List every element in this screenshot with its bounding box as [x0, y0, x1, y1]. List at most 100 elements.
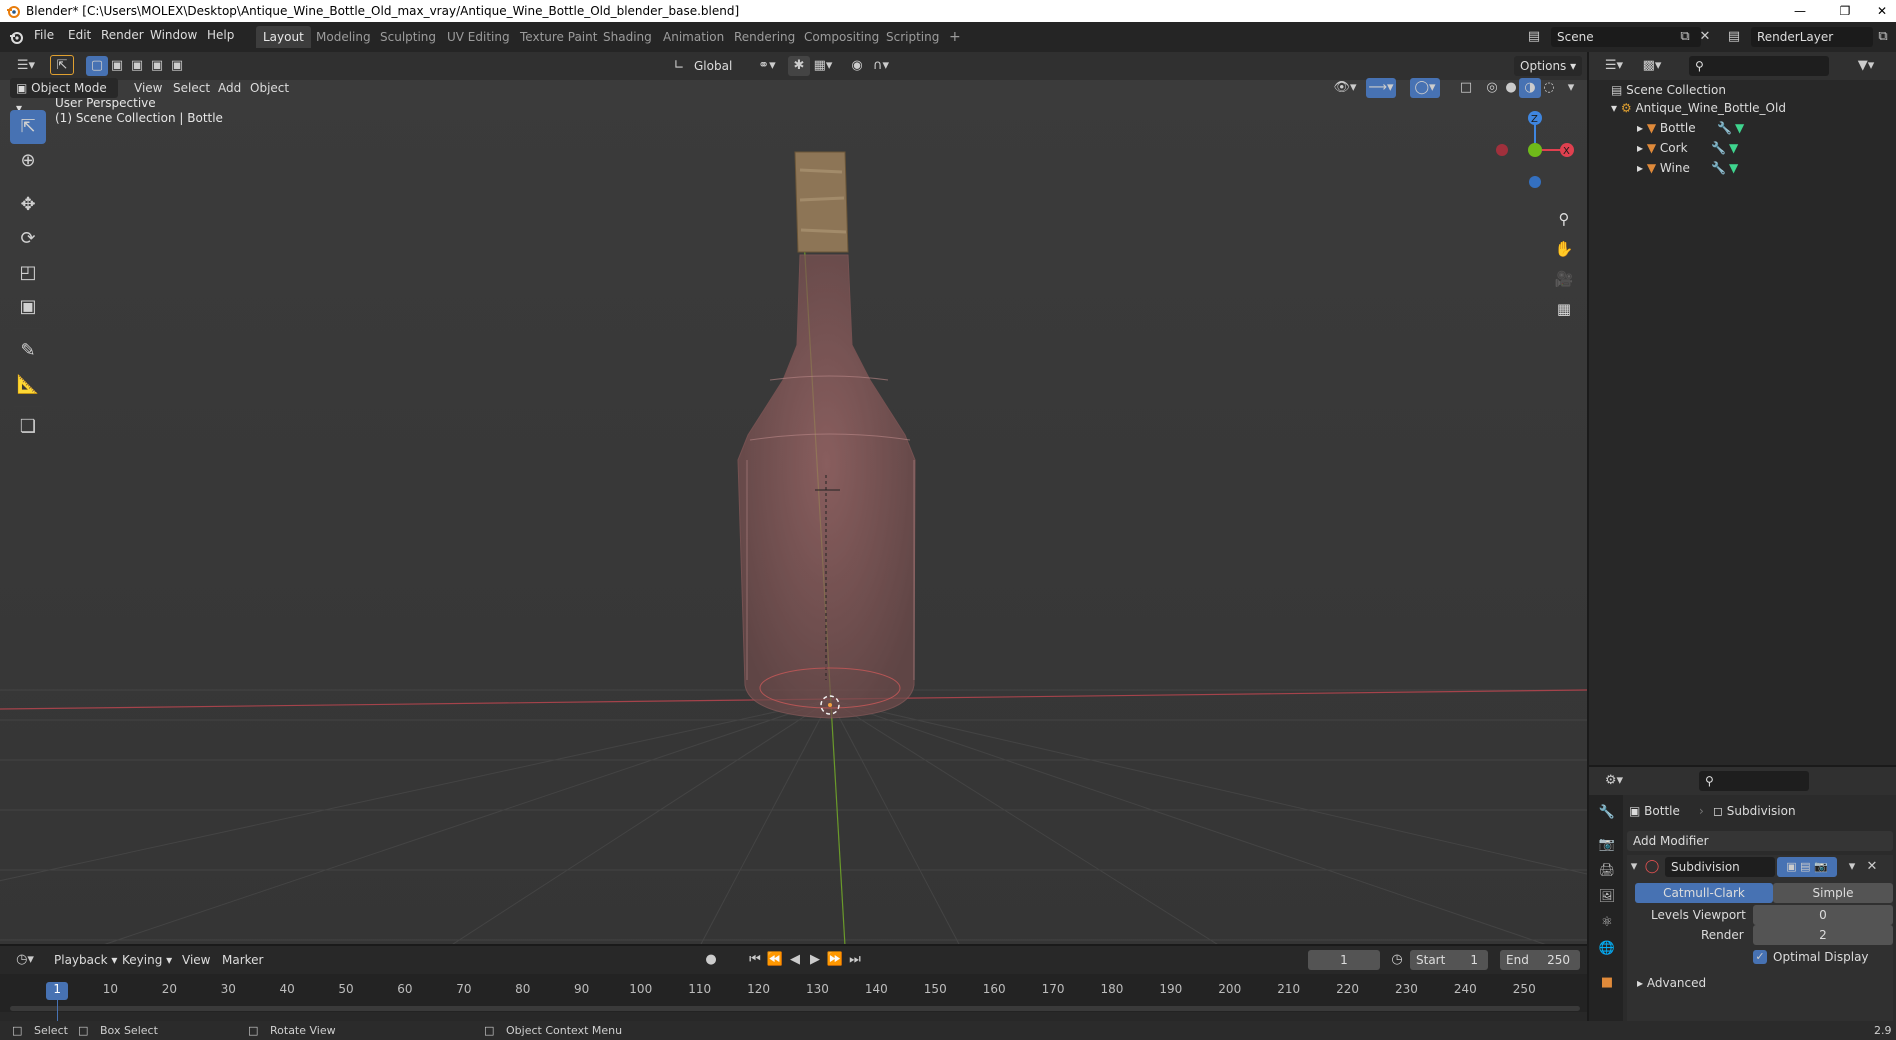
- catmull-clark-button[interactable]: Catmull-Clark: [1635, 883, 1773, 903]
- advanced-subpanel[interactable]: ▸ Advanced: [1637, 973, 1706, 993]
- properties-editor-type-icon[interactable]: ⚙▾: [1599, 771, 1629, 791]
- render-levels-field[interactable]: 2: [1753, 925, 1893, 945]
- expand-arrow-icon[interactable]: ▸: [1637, 121, 1643, 135]
- tab-compositing[interactable]: Compositing: [797, 26, 886, 48]
- menu-render[interactable]: Render: [101, 28, 144, 42]
- filter-icon[interactable]: ▼▾: [1851, 56, 1881, 76]
- prev-keyframe-icon[interactable]: ⏪: [764, 950, 786, 970]
- mesh-data-icon[interactable]: ▼: [1735, 118, 1744, 138]
- menu-window[interactable]: Window: [150, 28, 197, 42]
- visibility-eye-icon[interactable]: 👁▾: [1330, 78, 1360, 98]
- object-mode-dropdown[interactable]: ▣ Object Mode ▾: [10, 78, 118, 115]
- outliner-collection[interactable]: ▾ ⚙ Antique_Wine_Bottle_Old: [1611, 98, 1786, 118]
- context-modifier[interactable]: ◻ Subdivision: [1713, 801, 1796, 821]
- tab-sculpting[interactable]: Sculpting: [373, 26, 443, 48]
- scale-tool-icon[interactable]: ◰: [10, 256, 46, 290]
- pivot-point-icon[interactable]: ⚭▾: [752, 56, 782, 76]
- add-workspace-button[interactable]: +: [942, 26, 968, 48]
- options-dropdown[interactable]: Options ▾: [1514, 56, 1583, 76]
- scene-copy-icon[interactable]: ⧉: [1674, 27, 1696, 47]
- tool-tab-icon[interactable]: 🔧: [1597, 803, 1617, 823]
- modifier-name-input[interactable]: Subdivision: [1665, 857, 1775, 877]
- play-icon[interactable]: ▶: [804, 950, 826, 970]
- menu-help[interactable]: Help: [207, 28, 234, 42]
- transform-orientation-dropdown[interactable]: Global ▾: [688, 56, 746, 93]
- tab-layout[interactable]: Layout: [256, 26, 311, 48]
- jump-end-icon[interactable]: ⏭: [844, 950, 866, 970]
- transform-tool-icon[interactable]: ▣: [10, 290, 46, 324]
- output-tab-icon[interactable]: 🖨: [1597, 861, 1617, 881]
- modifier-remove-icon[interactable]: ✕: [1861, 857, 1883, 877]
- render-tab-icon[interactable]: 📷: [1597, 835, 1617, 855]
- camera-view-icon[interactable]: 🎥: [1551, 266, 1577, 292]
- play-reverse-icon[interactable]: ◀: [784, 950, 806, 970]
- zoom-icon[interactable]: ⚲: [1551, 206, 1577, 232]
- display-mode-icon[interactable]: ▩▾: [1637, 56, 1667, 76]
- shading-options-icon[interactable]: ▾: [1560, 78, 1582, 98]
- object-tab-icon[interactable]: ■: [1597, 973, 1617, 993]
- outliner-search-input[interactable]: ⚲: [1689, 56, 1829, 76]
- menu-keying[interactable]: Keying ▾: [116, 950, 178, 970]
- timeline-scrollbar[interactable]: [10, 1006, 1580, 1011]
- menu-object[interactable]: Object: [244, 78, 295, 98]
- timeline-editor-type-icon[interactable]: ◷▾: [10, 950, 40, 970]
- select-subtract-icon[interactable]: ▣: [126, 56, 148, 76]
- modifier-wrench-icon[interactable]: 🔧: [1711, 158, 1726, 178]
- scene-close-icon[interactable]: ✕: [1694, 27, 1716, 47]
- overlay-toggle-icon[interactable]: ◯▾: [1410, 78, 1440, 98]
- modifier-options-icon[interactable]: ▾: [1841, 857, 1863, 877]
- annotate-tool-icon[interactable]: ✎: [10, 334, 46, 368]
- tab-scripting[interactable]: Scripting: [879, 26, 946, 48]
- menu-edit[interactable]: Edit: [68, 28, 91, 42]
- scene-type-icon[interactable]: ▤: [1523, 27, 1545, 47]
- modifier-wrench-icon[interactable]: 🔧: [1717, 118, 1732, 138]
- render-layer-copy-icon[interactable]: ⧉: [1872, 27, 1894, 47]
- snap-target-icon[interactable]: ▦▾: [808, 56, 838, 76]
- expand-arrow-icon[interactable]: ▸: [1637, 141, 1643, 155]
- add-modifier-button[interactable]: Add Modifier: [1627, 831, 1893, 851]
- editor-type-icon[interactable]: ☰▾: [10, 56, 42, 76]
- cursor-tool-icon[interactable]: ⊕: [10, 144, 46, 178]
- menu-playback[interactable]: Playback ▾: [48, 950, 123, 970]
- select-new-icon[interactable]: ▢: [86, 56, 108, 76]
- world-tab-icon[interactable]: 🌐: [1597, 939, 1617, 959]
- menu-file[interactable]: File: [34, 28, 54, 42]
- outliner-editor-type-icon[interactable]: ☰▾: [1599, 56, 1629, 76]
- next-keyframe-icon[interactable]: ⏩: [824, 950, 846, 970]
- expand-arrow-icon[interactable]: ▸: [1637, 161, 1643, 175]
- render-layer-icon[interactable]: ▤: [1723, 27, 1745, 47]
- proportional-edit-icon[interactable]: ◉: [846, 56, 868, 76]
- render-layer-field[interactable]: RenderLayer: [1751, 27, 1873, 47]
- tab-rendering[interactable]: Rendering: [727, 26, 802, 48]
- restore-button[interactable]: ❐: [1825, 0, 1865, 22]
- close-button[interactable]: ✕: [1862, 0, 1896, 22]
- transform-orientation-icon[interactable]: ∟: [668, 56, 690, 76]
- jump-start-icon[interactable]: ⏮: [744, 950, 766, 970]
- ortho-grid-icon[interactable]: ▦: [1551, 296, 1577, 322]
- proportional-falloff-icon[interactable]: ∩▾: [866, 56, 896, 76]
- menu-select[interactable]: Select: [167, 78, 216, 98]
- scene-tab-icon[interactable]: ⚛: [1597, 913, 1617, 933]
- end-frame-field[interactable]: End 250: [1500, 950, 1580, 970]
- properties-search-input[interactable]: ⚲: [1699, 771, 1809, 791]
- start-frame-field[interactable]: Start 1: [1410, 950, 1488, 970]
- simple-button[interactable]: Simple: [1773, 883, 1893, 903]
- mesh-data-icon[interactable]: ▼: [1729, 138, 1738, 158]
- tab-texture-paint[interactable]: Texture Paint: [513, 26, 604, 48]
- 3d-viewport[interactable]: Z X User Perspective (1) Scene Collectio…: [0, 80, 1587, 946]
- move-tool-icon[interactable]: ✥: [10, 188, 46, 222]
- viewport-scene[interactable]: Z X: [0, 80, 1587, 946]
- blender-menu-icon[interactable]: [9, 30, 23, 44]
- rotate-tool-icon[interactable]: ⟳: [10, 222, 46, 256]
- select-invert-icon[interactable]: ▣: [146, 56, 168, 76]
- expand-arrow-icon[interactable]: ▾: [1611, 101, 1617, 115]
- outliner-scene-collection[interactable]: ▤ Scene Collection: [1611, 80, 1726, 100]
- levels-viewport-field[interactable]: 0: [1753, 905, 1893, 925]
- outliner-item-cork[interactable]: ▸ ▼ Cork 🔧 ▼: [1637, 138, 1887, 158]
- view-layer-tab-icon[interactable]: 🖼: [1597, 887, 1617, 907]
- tab-shading[interactable]: Shading: [596, 26, 659, 48]
- mesh-data-icon[interactable]: ▼: [1729, 158, 1738, 178]
- minimize-button[interactable]: —: [1780, 0, 1820, 22]
- tab-uv-editing[interactable]: UV Editing: [440, 26, 517, 48]
- pan-hand-icon[interactable]: ✋: [1551, 236, 1577, 262]
